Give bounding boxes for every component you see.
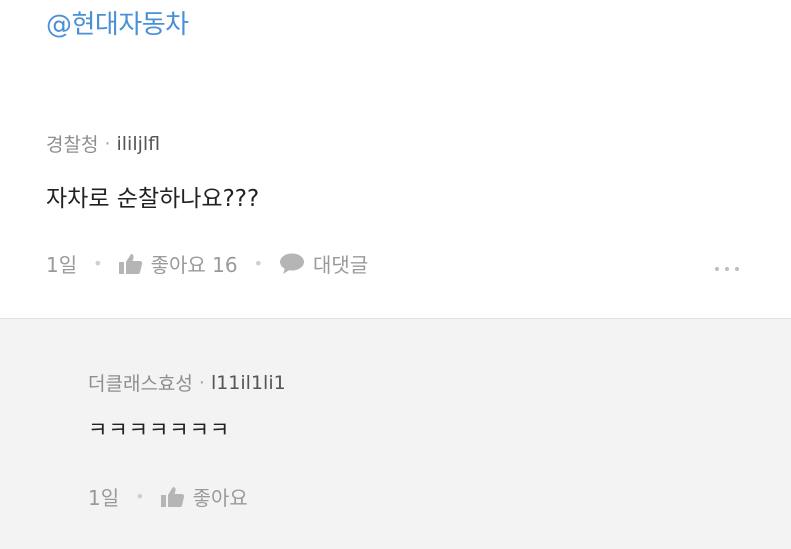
reply-author[interactable]: 더클래스효성: [88, 369, 193, 396]
comment-meta: 경찰청 · ililjlfl: [46, 130, 791, 157]
dot: [725, 267, 729, 271]
mention-link[interactable]: @현대자동차: [46, 4, 189, 41]
reply-text: ㅋㅋㅋㅋㅋㅋㅋ: [88, 418, 231, 442]
action-separator: •: [135, 487, 145, 506]
reply-comment: 더클래스효성 · l11il1li1 ㅋㅋㅋㅋㅋㅋㅋ 1일 • 좋아요: [88, 369, 791, 511]
reply-label: 대댓글: [313, 253, 369, 277]
comment-actions: 1일 • 좋아요 16 • 대댓글: [46, 249, 791, 278]
comment: 경찰청 · ililjlfl 자차로 순찰하나요??? 1일 • 좋아요 16 …: [46, 130, 791, 278]
action-separator: •: [93, 254, 103, 273]
comment-thread: @현대자동차 경찰청 · ililjlfl 자차로 순찰하나요??? 1일 • …: [0, 0, 791, 549]
reply-meta: 더클래스효성 · l11il1li1: [88, 369, 791, 396]
reply-section: 더클래스효성 · l11il1li1 ㅋㅋㅋㅋㅋㅋㅋ 1일 • 좋아요: [0, 318, 791, 549]
reply-time: 1일: [88, 486, 120, 510]
like-label: 좋아요 16: [150, 253, 238, 277]
more-dots-icon[interactable]: [715, 267, 739, 271]
thumbs-up-icon: [118, 253, 142, 274]
comment-handle: ililjlfl: [116, 132, 161, 155]
dot: [735, 267, 739, 271]
meta-separator: ·: [104, 132, 111, 155]
meta-separator: ·: [198, 371, 205, 394]
dot: [715, 267, 719, 271]
comment-time: 1일: [46, 253, 78, 277]
like-button[interactable]: 좋아요 16: [118, 249, 238, 278]
speech-bubble-icon: [280, 253, 305, 274]
reply-like-label: 좋아요: [192, 486, 248, 510]
reply-actions: 1일 • 좋아요: [88, 482, 791, 511]
comment-text: 자차로 순찰하나요???: [46, 186, 260, 212]
thumbs-up-icon: [160, 486, 184, 507]
action-separator: •: [253, 254, 264, 273]
reply-handle: l11il1li1: [210, 371, 286, 394]
reply-button[interactable]: 대댓글: [279, 249, 368, 278]
reply-like-button[interactable]: 좋아요: [160, 482, 248, 511]
comment-author[interactable]: 경찰청: [46, 130, 98, 157]
